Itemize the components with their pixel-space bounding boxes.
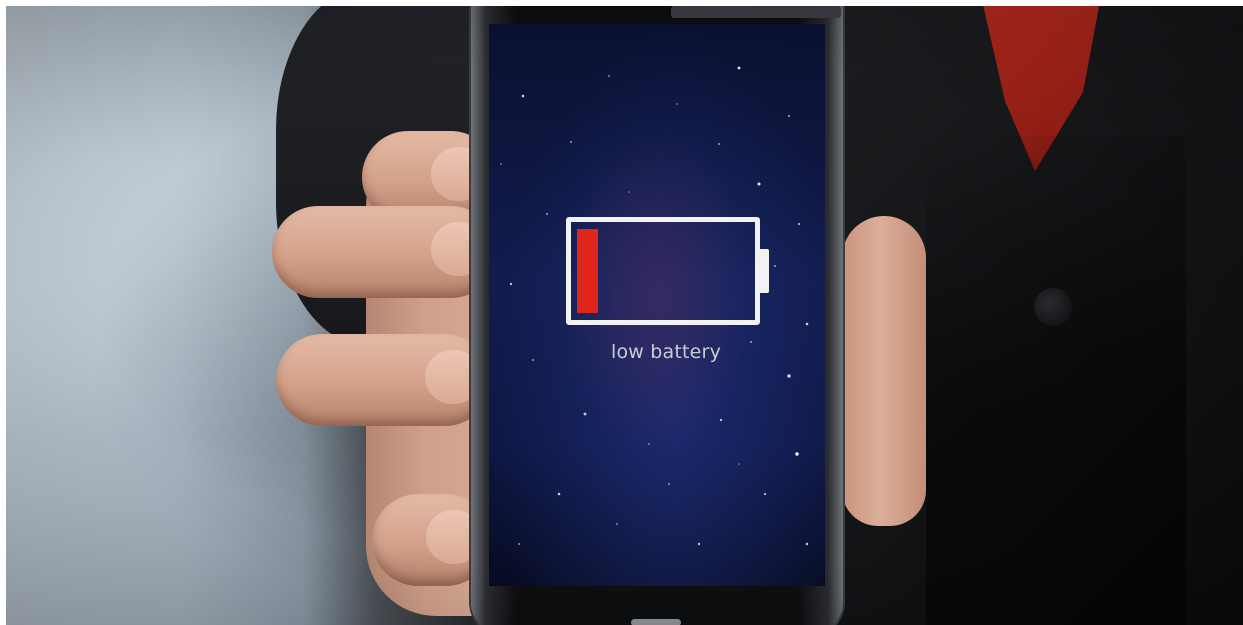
- jacket-button: [1034, 288, 1072, 326]
- phone-screen: low battery: [489, 24, 825, 586]
- battery-status-text: low battery: [610, 341, 722, 363]
- jacket-shadow: [926, 136, 1186, 625]
- battery-body: [577, 229, 749, 313]
- battery-level-fill: [577, 229, 598, 313]
- ring-finger: [276, 334, 491, 426]
- home-button: [631, 619, 681, 625]
- battery-terminal: [760, 249, 769, 293]
- phone-speaker: [671, 6, 841, 18]
- hand-thumb: [842, 216, 926, 526]
- middle-finger: [272, 206, 497, 298]
- photo-scene: low battery: [6, 6, 1243, 625]
- smartphone: low battery: [471, 6, 843, 625]
- battery-outline: [566, 217, 760, 325]
